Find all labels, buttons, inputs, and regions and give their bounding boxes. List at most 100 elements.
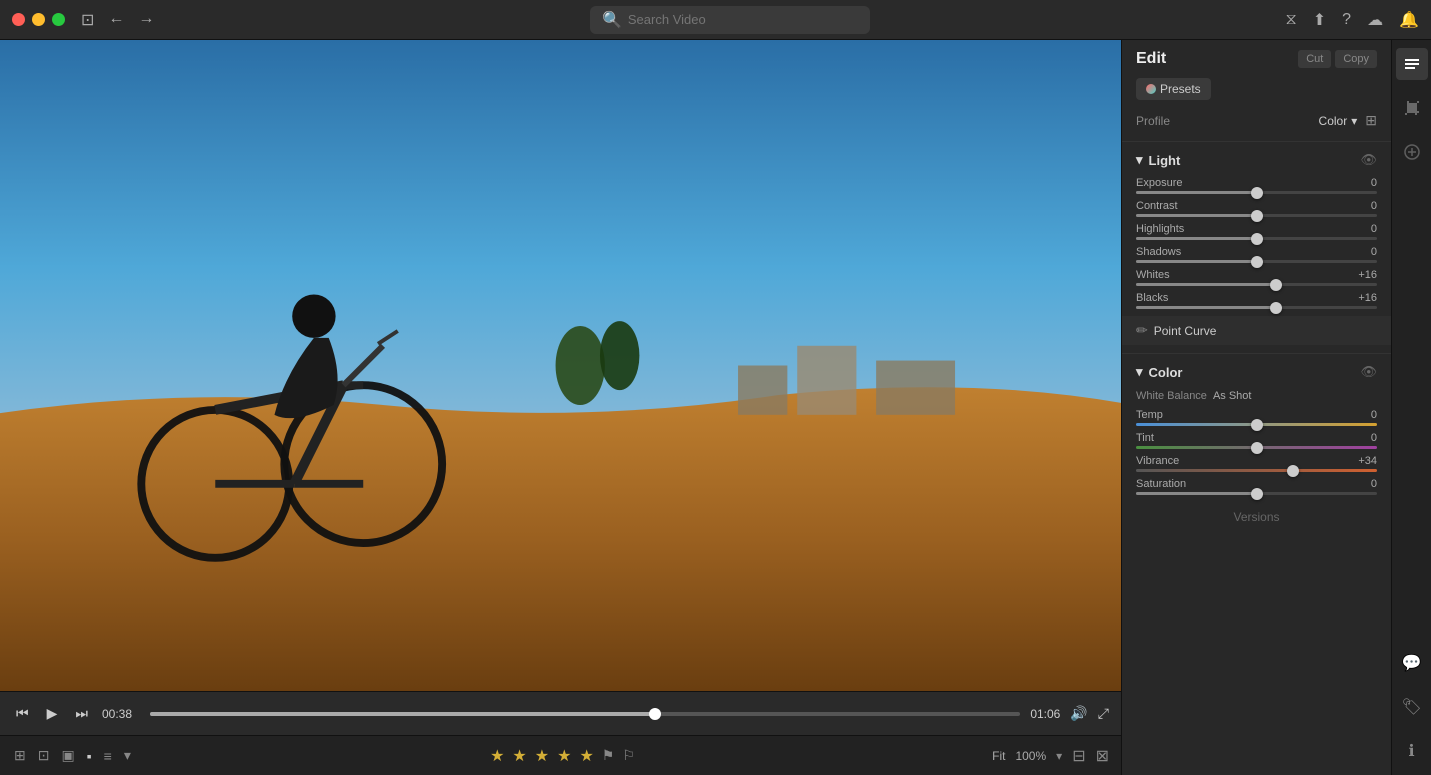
star-2[interactable]: ★ (512, 746, 526, 766)
presets-label: Presets (1160, 82, 1201, 96)
presets-button[interactable]: Presets (1136, 78, 1211, 100)
help-icon[interactable]: ? (1342, 11, 1351, 29)
play-button[interactable]: ▶ (43, 703, 62, 724)
divider-2 (1122, 353, 1391, 354)
fit-label: Fit (992, 749, 1005, 763)
highlights-label: Highlights (1136, 223, 1184, 235)
presets-row: Presets (1122, 74, 1391, 108)
next-frame-button[interactable]: ⏭ (71, 703, 92, 724)
main-layout: ⏮ ▶ ⏭ 00:38 01:06 🔊 ⤢ ⊞ ⊡ ▣ ▪ ≡ ▾ (0, 40, 1431, 775)
saturation-slider[interactable] (1136, 492, 1377, 495)
light-label: Light (1149, 153, 1181, 168)
whites-slider[interactable] (1136, 283, 1377, 286)
view-icons: ⊞ ⊡ ▣ ▪ ≡ ▾ (12, 745, 133, 766)
star-1[interactable]: ★ (490, 746, 504, 766)
exposure-row: Exposure 0 (1122, 174, 1391, 197)
blacks-slider[interactable] (1136, 306, 1377, 309)
info-strip-icon[interactable]: ℹ (1396, 735, 1428, 767)
vibrance-thumb[interactable] (1287, 465, 1299, 477)
list-chevron-button[interactable]: ▾ (122, 745, 133, 766)
bottom-center: ★ ★ ★ ★ ★ ⚑ ⚐ (143, 746, 982, 766)
cut-button[interactable]: Cut (1298, 50, 1331, 68)
star-4[interactable]: ★ (557, 746, 571, 766)
profile-value[interactable]: Color ▾ (1319, 114, 1358, 128)
blacks-thumb[interactable] (1270, 302, 1282, 314)
cloud-icon[interactable]: ☁ (1367, 10, 1383, 30)
white-balance-label: White Balance (1136, 390, 1207, 402)
highlights-slider[interactable] (1136, 237, 1377, 240)
whites-label: Whites (1136, 269, 1170, 281)
single-view-button[interactable]: ▪ (85, 745, 94, 766)
contrast-thumb[interactable] (1251, 210, 1263, 222)
profile-value-text: Color (1319, 114, 1348, 128)
saturation-fill (1136, 492, 1257, 495)
tint-value: 0 (1349, 432, 1377, 444)
crop-strip-icon[interactable] (1396, 92, 1428, 124)
light-eye-icon[interactable]: 👁 (1360, 152, 1377, 168)
star-3[interactable]: ★ (535, 746, 549, 766)
vibrance-slider[interactable] (1136, 469, 1377, 472)
highlights-thumb[interactable] (1251, 233, 1263, 245)
compare-icon[interactable]: ⊠ (1096, 746, 1109, 766)
edit-strip-icon[interactable] (1396, 48, 1428, 80)
presets-icon (1146, 84, 1156, 94)
grid-view-icon[interactable]: ⊞ (1365, 112, 1377, 129)
color-section-header[interactable]: Color 👁 (1122, 358, 1391, 386)
maximize-button[interactable] (52, 13, 65, 26)
star-5[interactable]: ★ (579, 746, 593, 766)
highlights-fill (1136, 237, 1257, 240)
scrubber-thumb[interactable] (649, 708, 661, 720)
whites-thumb[interactable] (1270, 279, 1282, 291)
versions-button[interactable]: Versions (1233, 510, 1279, 524)
tag-icon[interactable]: ⚐ (622, 747, 635, 764)
minimize-button[interactable] (32, 13, 45, 26)
tag-strip-icon[interactable]: 🏷 (1396, 691, 1428, 723)
zoom-level: 100% (1015, 749, 1046, 763)
healing-strip-icon[interactable] (1396, 136, 1428, 168)
fullscreen-button[interactable]: ⤢ (1098, 705, 1109, 722)
flag-icon[interactable]: ⚑ (602, 747, 615, 764)
tint-slider[interactable] (1136, 446, 1377, 449)
contrast-slider[interactable] (1136, 214, 1377, 217)
saturation-label: Saturation (1136, 478, 1186, 490)
exposure-label: Exposure (1136, 177, 1182, 189)
square-view-button[interactable]: ▣ (59, 745, 76, 766)
saturation-thumb[interactable] (1251, 488, 1263, 500)
search-input[interactable] (628, 12, 858, 27)
skip-back-button[interactable]: ⏮ (12, 703, 33, 724)
color-chevron-icon (1136, 364, 1143, 380)
tint-thumb[interactable] (1251, 442, 1263, 454)
light-section-header[interactable]: Light 👁 (1122, 146, 1391, 174)
grid-view-button[interactable]: ⊞ (12, 745, 28, 766)
sidebar-toggle-icon[interactable]: ⊡ (81, 10, 94, 30)
copy-button[interactable]: Copy (1335, 50, 1377, 68)
shadows-slider[interactable] (1136, 260, 1377, 263)
bell-icon[interactable]: 🔔 (1399, 10, 1419, 30)
exposure-thumb[interactable] (1251, 187, 1263, 199)
temp-slider[interactable] (1136, 423, 1377, 426)
share-icon[interactable]: ⬆ (1313, 10, 1326, 30)
whites-fill (1136, 283, 1276, 286)
highlights-value: 0 (1349, 223, 1377, 235)
zoom-chevron[interactable]: ▾ (1056, 749, 1062, 763)
blacks-label: Blacks (1136, 292, 1168, 304)
close-button[interactable] (12, 13, 25, 26)
nav-icons: ⊡ ← → (81, 10, 154, 30)
color-eye-icon[interactable]: 👁 (1360, 364, 1377, 380)
traffic-lights (12, 13, 65, 26)
exposure-slider[interactable] (1136, 191, 1377, 194)
list-view-button[interactable]: ≡ (102, 745, 114, 766)
temp-thumb[interactable] (1251, 419, 1263, 431)
back-icon[interactable]: ← (108, 10, 124, 30)
small-grid-button[interactable]: ⊡ (36, 745, 52, 766)
zoom-out-icon[interactable]: ⊟ (1072, 746, 1085, 766)
comment-strip-icon[interactable]: 💬 (1396, 647, 1428, 679)
scrubber[interactable] (150, 712, 1020, 716)
tint-label: Tint (1136, 432, 1154, 444)
bottom-right: Fit 100% ▾ ⊟ ⊠ (992, 746, 1109, 766)
volume-icon[interactable]: 🔊 (1070, 705, 1087, 722)
filter-icon[interactable]: ⧖ (1286, 11, 1297, 29)
shadows-thumb[interactable] (1251, 256, 1263, 268)
exposure-fill (1136, 191, 1257, 194)
forward-icon[interactable]: → (138, 10, 154, 30)
